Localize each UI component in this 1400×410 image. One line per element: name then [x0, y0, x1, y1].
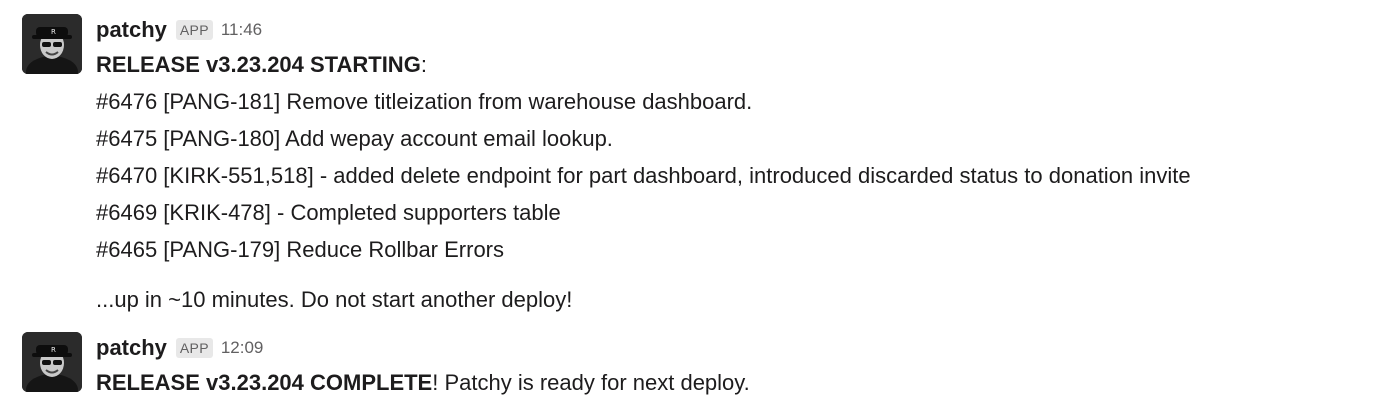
pr-item: #6475 [PANG-180] Add wepay account email…: [96, 126, 613, 151]
release-title: RELEASE v3.23.204 STARTING: [96, 52, 421, 77]
patchy-avatar-icon[interactable]: R: [22, 332, 82, 392]
release-headline: RELEASE v3.23.204 COMPLETE! Patchy is re…: [96, 364, 1392, 401]
patchy-avatar-icon[interactable]: R: [22, 14, 82, 74]
sender-name[interactable]: patchy: [96, 335, 167, 361]
deploy-notice: ...up in ~10 minutes. Do not start anoth…: [96, 287, 573, 312]
message-content: patchy APP 11:46 RELEASE v3.23.204 START…: [96, 14, 1392, 318]
pr-item: #6465 [PANG-179] Reduce Rollbar Errors: [96, 237, 505, 262]
release-headline: RELEASE v3.23.204 STARTING:: [96, 46, 1392, 83]
message-header: patchy APP 11:46: [96, 14, 1392, 46]
avatar-image: R: [22, 14, 82, 74]
svg-text:R: R: [51, 28, 56, 36]
release-title: RELEASE v3.23.204 COMPLETE: [96, 370, 433, 395]
message-header: patchy APP 12:09: [96, 332, 1392, 364]
message-2: R patchy APP 12:09 RELEASE v3.23.204 COM…: [22, 332, 1392, 404]
sender-name[interactable]: patchy: [96, 17, 167, 43]
avatar-image: R: [22, 332, 82, 392]
pr-item: #6476 [PANG-181] Remove titleization fro…: [96, 89, 753, 114]
app-badge: APP: [175, 20, 213, 40]
message-content: patchy APP 12:09 RELEASE v3.23.204 COMPL…: [96, 332, 1392, 401]
svg-text:R: R: [51, 346, 56, 354]
release-title-suffix: :: [420, 52, 427, 77]
message-timestamp[interactable]: 12:09: [221, 338, 264, 358]
app-badge: APP: [175, 338, 213, 358]
release-title-suffix: ! Patchy is ready for next deploy.: [432, 370, 750, 395]
message-timestamp[interactable]: 11:46: [221, 20, 262, 40]
message-1: R patchy APP 11:46 RELEASE v3.23.204 STA…: [22, 14, 1392, 314]
pr-item: #6469 [KRIK-478] - Completed supporters …: [96, 200, 561, 225]
pr-item: #6470 [KIRK-551,518] - added delete endp…: [96, 163, 1191, 188]
